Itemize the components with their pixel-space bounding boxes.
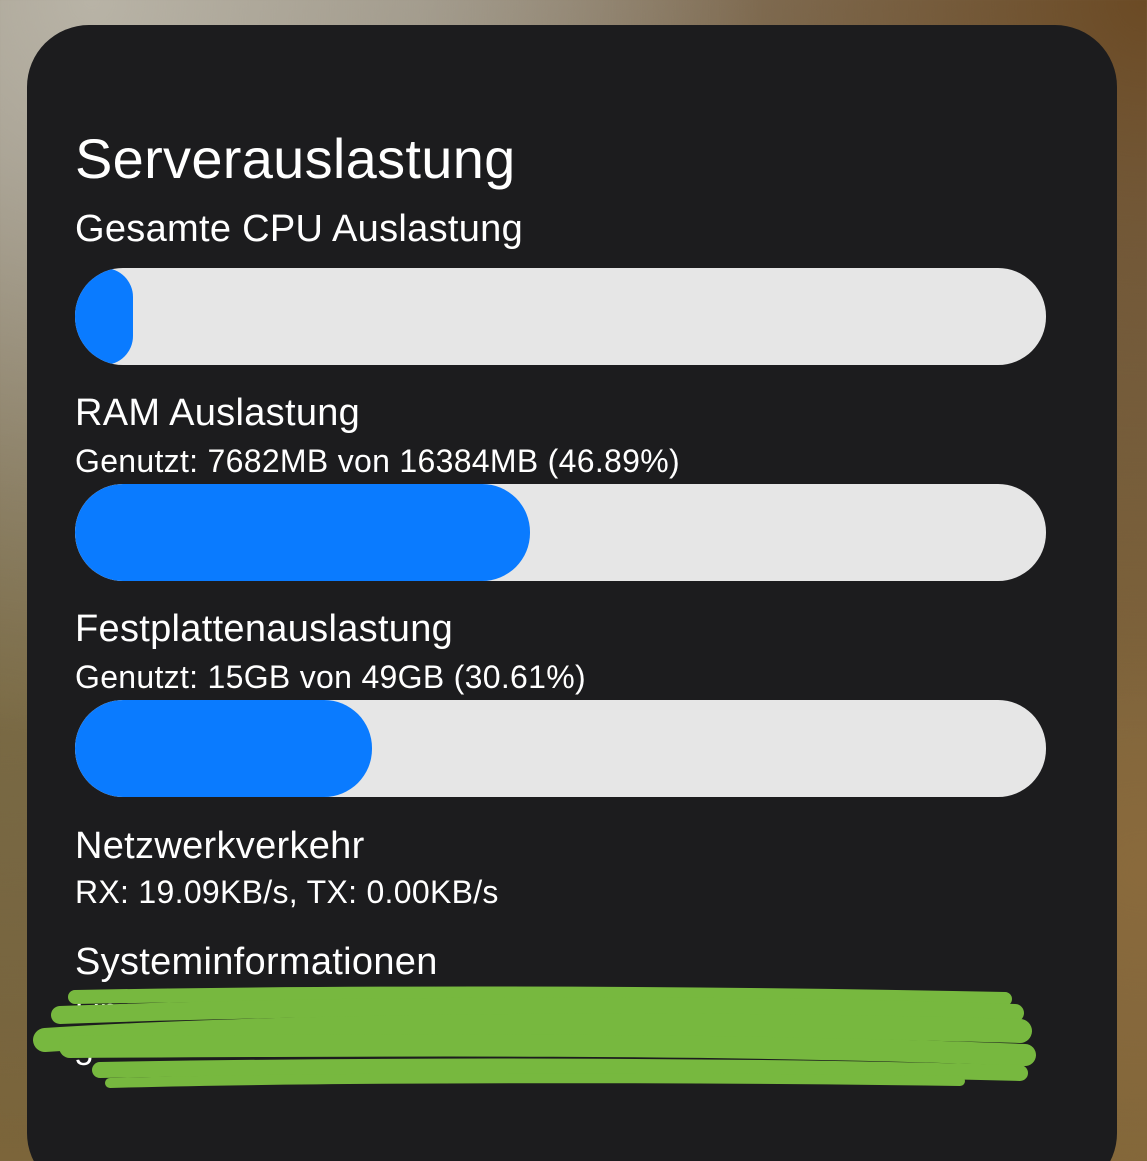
ram-progress-bar bbox=[75, 484, 1046, 581]
system-info-label: Systeminformationen bbox=[75, 941, 438, 983]
disk-label: Festplattenauslastung bbox=[75, 608, 454, 650]
redaction-scribble bbox=[33, 986, 1036, 1088]
widget-title: Serverauslastung bbox=[75, 127, 516, 190]
network-label: Netzwerkverkehr bbox=[75, 825, 365, 867]
disk-detail: Genutzt: 15GB von 49GB (30.61%) bbox=[75, 659, 586, 695]
network-detail: RX: 19.09KB/s, TX: 0.00KB/s bbox=[75, 874, 499, 910]
ram-progress-fill bbox=[75, 484, 531, 581]
ram-detail: Genutzt: 7682MB von 16384MB (46.89%) bbox=[75, 443, 680, 479]
cpu-label: Gesamte CPU Auslastung bbox=[75, 208, 524, 250]
disk-progress-bar bbox=[75, 700, 1046, 797]
cpu-progress-fill bbox=[75, 268, 134, 365]
cpu-progress-bar bbox=[75, 268, 1046, 365]
ram-label: RAM Auslastung bbox=[75, 392, 361, 434]
disk-progress-fill bbox=[75, 700, 373, 797]
